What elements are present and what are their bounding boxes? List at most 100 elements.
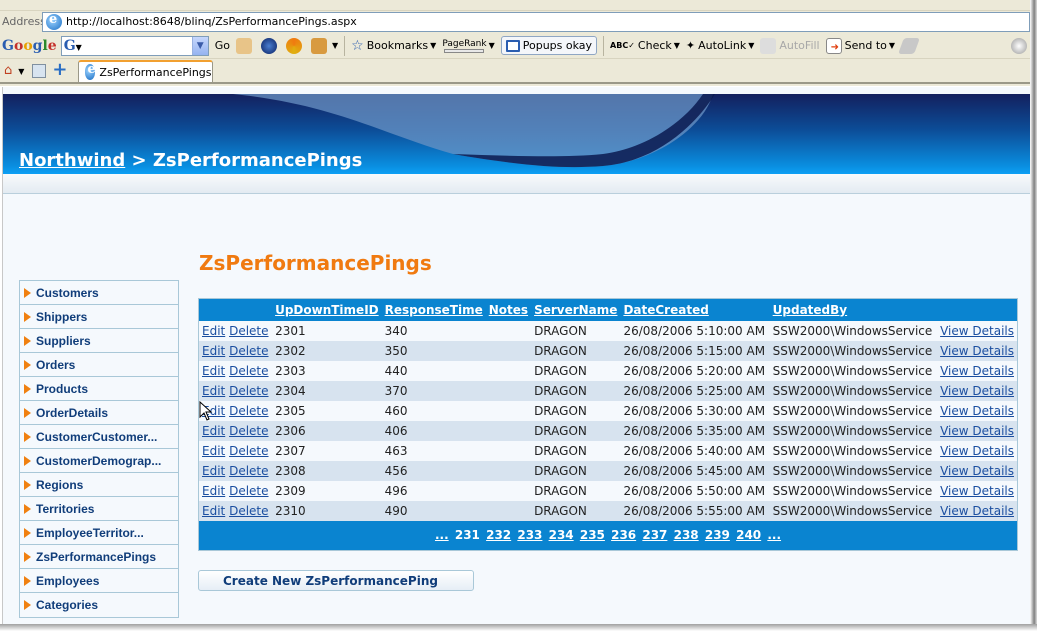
edit-link[interactable]: Edit xyxy=(202,504,225,518)
sidebar-item-employeeterritor[interactable]: EmployeeTerritor... xyxy=(20,521,178,545)
url-input[interactable]: http://localhost:8648/blinq/ZsPerformanc… xyxy=(42,11,1030,32)
breadcrumb: Northwind > ZsPerformancePings xyxy=(19,150,362,171)
pager-page-link[interactable]: 232 xyxy=(486,528,511,542)
pager-page-link[interactable]: 239 xyxy=(705,528,730,542)
pager-prev-ellipsis[interactable]: ... xyxy=(435,528,449,542)
delete-link[interactable]: Delete xyxy=(229,324,268,338)
updowntimeid-cell: 2308 xyxy=(272,460,382,481)
sidebar-item-orderdetails[interactable]: OrderDetails xyxy=(20,401,178,425)
view-header xyxy=(937,298,1018,321)
view-details-link[interactable]: View Details xyxy=(940,464,1014,478)
sidebar-item-zsperformancepings[interactable]: ZsPerformancePings xyxy=(20,545,178,569)
sendto-button[interactable]: ➜ Send to ▼ xyxy=(825,37,895,54)
delete-link[interactable]: Delete xyxy=(229,364,268,378)
home-dropdown-icon[interactable]: ▼ xyxy=(18,67,24,76)
sidebar-item-products[interactable]: Products xyxy=(20,377,178,401)
create-new-button[interactable]: Create New ZsPerformancePing xyxy=(198,570,474,591)
pager: ... 231 232 233 234 235 236 237 238 239 … xyxy=(198,520,1018,551)
pager-page-link[interactable]: 238 xyxy=(674,528,699,542)
sidebar-item-customerdemograp[interactable]: CustomerDemograp... xyxy=(20,449,178,473)
edit-link[interactable]: Edit xyxy=(202,344,225,358)
delete-link[interactable]: Delete xyxy=(229,404,268,418)
address-label: Address xyxy=(2,15,46,28)
edit-link[interactable]: Edit xyxy=(202,464,225,478)
view-details-link[interactable]: View Details xyxy=(940,504,1014,518)
sidebar-item-customercustomer[interactable]: CustomerCustomer... xyxy=(20,425,178,449)
view-details-link[interactable]: View Details xyxy=(940,404,1014,418)
delete-link[interactable]: Delete xyxy=(229,444,268,458)
pager-page-link[interactable]: 235 xyxy=(580,528,605,542)
view-details-link[interactable]: View Details xyxy=(940,484,1014,498)
delete-link[interactable]: Delete xyxy=(229,424,268,438)
new-tab-icon[interactable]: + xyxy=(52,61,67,79)
edit-link[interactable]: Edit xyxy=(202,364,225,378)
view-cell: View Details xyxy=(937,340,1018,361)
edit-link[interactable]: Edit xyxy=(202,384,225,398)
sidebar-item-shippers[interactable]: Shippers xyxy=(20,305,178,329)
edit-link[interactable]: Edit xyxy=(202,424,225,438)
updowntimeid-cell: 2310 xyxy=(272,500,382,521)
home-icon[interactable]: ⌂ xyxy=(4,63,12,78)
go-button[interactable]: Go xyxy=(215,39,230,52)
pager-next-ellipsis[interactable]: ... xyxy=(767,528,781,542)
view-details-link[interactable]: View Details xyxy=(940,384,1014,398)
sidebar-item-territories[interactable]: Territories xyxy=(20,497,178,521)
view-details-link[interactable]: View Details xyxy=(940,364,1014,378)
settings-icon[interactable] xyxy=(1011,37,1030,54)
pagerank-button[interactable]: PageRank ▼ xyxy=(442,39,495,53)
sort-updatedby[interactable]: UpdatedBy xyxy=(773,303,847,317)
view-details-link[interactable]: View Details xyxy=(940,344,1014,358)
bookmarks-button[interactable]: ☆ Bookmarks ▼ xyxy=(351,38,436,54)
spellcheck-button[interactable]: ABC✓ Check ▼ xyxy=(610,39,680,52)
edit-link[interactable]: Edit xyxy=(202,484,225,498)
autolink-label: AutoLink xyxy=(698,39,747,52)
sidebar-item-orders[interactable]: Orders xyxy=(20,353,178,377)
pagerank-bar xyxy=(444,48,485,53)
search-dropdown-button[interactable]: ▼ xyxy=(191,36,208,55)
pager-page-link[interactable]: 233 xyxy=(517,528,542,542)
tab-zsperformancepings[interactable]: ZsPerformancePings xyxy=(77,60,213,82)
window-shadow-bottom xyxy=(0,624,1037,631)
picasa-icon[interactable] xyxy=(285,37,305,54)
actions-cell: Edit Delete xyxy=(198,480,273,501)
view-details-link[interactable]: View Details xyxy=(940,424,1014,438)
pager-page-link[interactable]: 240 xyxy=(736,528,761,542)
delete-link[interactable]: Delete xyxy=(229,484,268,498)
sort-notes[interactable]: Notes xyxy=(489,303,528,317)
highlighter-icon[interactable] xyxy=(898,37,920,54)
sidebar-item-customers[interactable]: Customers xyxy=(20,281,178,305)
pager-page-link[interactable]: 234 xyxy=(549,528,574,542)
delete-link[interactable]: Delete xyxy=(229,464,268,478)
sort-updowntimeid[interactable]: UpDownTimeID xyxy=(275,303,379,317)
view-details-link[interactable]: View Details xyxy=(940,324,1014,338)
delete-link[interactable]: Delete xyxy=(229,384,268,398)
earth-icon[interactable] xyxy=(260,37,280,54)
sidebar-item-suppliers[interactable]: Suppliers xyxy=(20,329,178,353)
delete-link[interactable]: Delete xyxy=(229,504,268,518)
table-row: Edit Delete 2309 496 DRAGON 26/08/2006 5:50:… xyxy=(198,480,1018,501)
delete-link[interactable]: Delete xyxy=(229,344,268,358)
sidebar-item-categories[interactable]: Categories xyxy=(20,593,178,617)
edit-link[interactable]: Edit xyxy=(202,444,225,458)
sort-servername[interactable]: ServerName xyxy=(534,303,617,317)
google-search-input[interactable]: G▼ ▼ xyxy=(60,35,209,56)
sidebar-item-regions[interactable]: Regions xyxy=(20,473,178,497)
sidebar-item-employees[interactable]: Employees xyxy=(20,569,178,593)
sidebar-item-label: Orders xyxy=(36,357,76,372)
datecreated-cell: 26/08/2006 5:30:00 AM xyxy=(620,400,770,421)
datecreated-cell: 26/08/2006 5:15:00 AM xyxy=(620,340,770,361)
autofill-button[interactable]: AutoFill xyxy=(760,37,820,54)
popups-button[interactable]: Popups okay xyxy=(500,36,598,55)
sort-datecreated[interactable]: DateCreated xyxy=(623,303,708,317)
sendto-label: Send to xyxy=(844,39,887,52)
gadget-icon[interactable]: ▼ xyxy=(310,37,338,54)
view-details-link[interactable]: View Details xyxy=(940,444,1014,458)
news-icon[interactable] xyxy=(235,37,255,54)
autolink-button[interactable]: ✦ AutoLink ▼ xyxy=(686,39,754,52)
pager-page-link[interactable]: 237 xyxy=(642,528,667,542)
tab-list-icon[interactable] xyxy=(32,64,47,78)
sort-responsetime[interactable]: ResponseTime xyxy=(385,303,483,317)
pager-page-link[interactable]: 236 xyxy=(611,528,636,542)
breadcrumb-northwind-link[interactable]: Northwind xyxy=(19,150,125,171)
edit-link[interactable]: Edit xyxy=(202,324,225,338)
